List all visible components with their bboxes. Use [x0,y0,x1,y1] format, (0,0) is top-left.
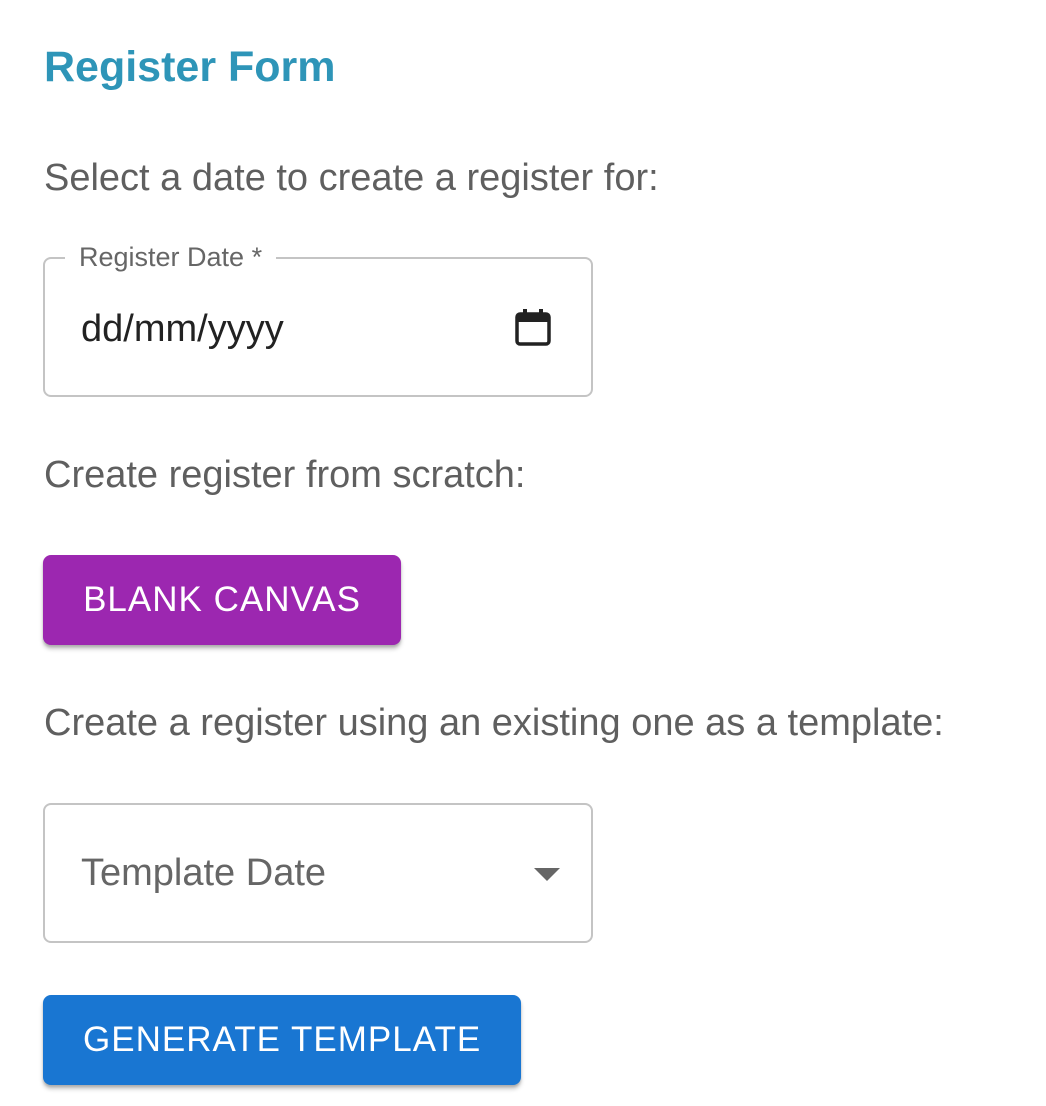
register-date-label: Register Date * [65,240,277,274]
blank-canvas-button[interactable]: BLANK CANVAS [43,555,401,645]
calendar-icon[interactable] [515,308,551,346]
page-title: Register Form [44,43,336,91]
template-date-placeholder: Template Date [81,852,327,894]
generate-template-button[interactable]: GENERATE TEMPLATE [43,995,521,1085]
template-prompt: Create a register using an existing one … [44,702,944,744]
chevron-down-icon[interactable] [534,868,560,881]
register-date-input[interactable]: dd/mm/yyyy [81,307,284,351]
template-date-select[interactable]: Template Date [43,803,593,943]
date-prompt: Select a date to create a register for: [44,157,659,199]
register-date-field[interactable]: Register Date * dd/mm/yyyy [43,240,593,397]
scratch-prompt: Create register from scratch: [44,454,526,496]
